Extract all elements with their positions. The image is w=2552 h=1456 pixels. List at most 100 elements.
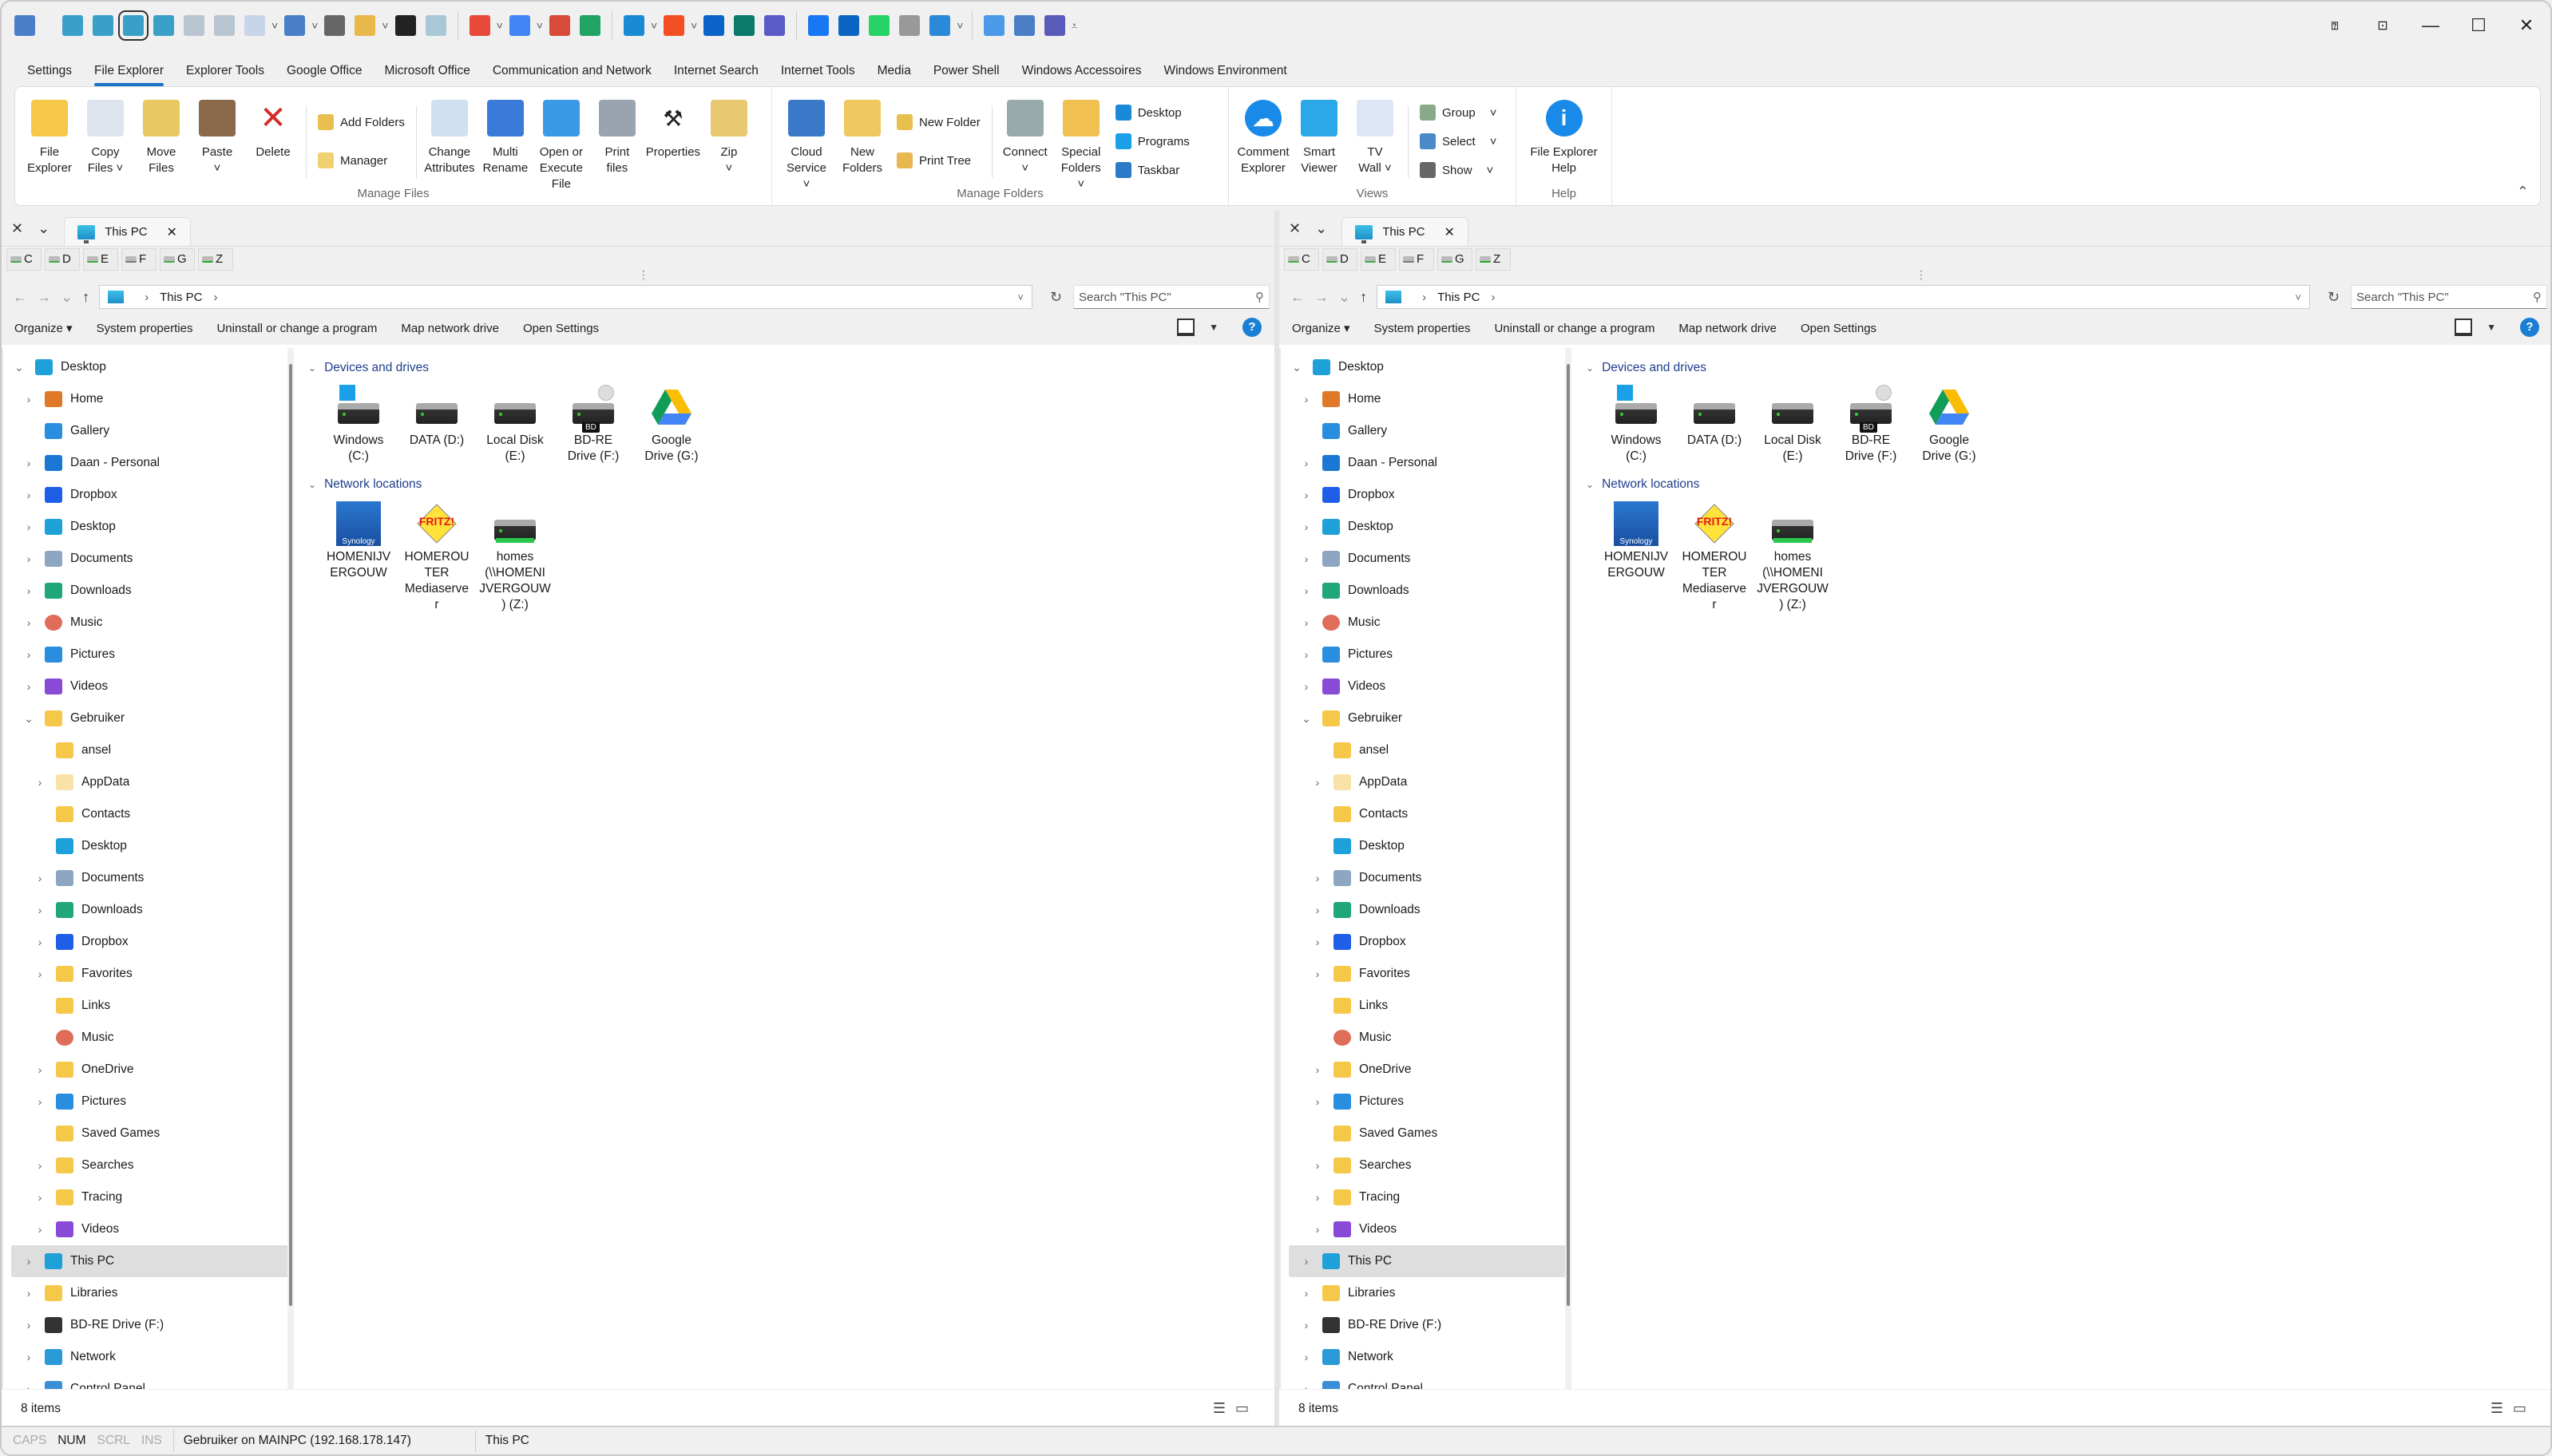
tree-item[interactable]: Contacts [1281,798,1571,830]
collapsed-chevron-icon[interactable]: › [21,393,37,406]
tree-item[interactable]: › Videos [1281,1213,1571,1245]
show-button[interactable]: Show ˅ [1420,156,1496,184]
drive-button-e[interactable]: E [1361,247,1396,271]
new-folder-button[interactable]: New Folder [897,103,981,141]
up-icon[interactable]: ↑ [1360,289,1367,306]
tree-item[interactable]: › Pictures [3,1086,294,1118]
drive-tile[interactable]: BD BD-RE Drive (F:) [1832,380,1910,465]
collapsed-chevron-icon[interactable]: › [32,1063,48,1076]
forward-icon[interactable]: → [1314,289,1329,306]
drive-tile[interactable]: Local Disk (E:) [1754,380,1832,465]
tree-item[interactable]: › Dropbox [1281,479,1571,511]
add-folder-button[interactable]: Add Folders [318,103,405,141]
tree-item[interactable]: › Downloads [3,894,294,926]
collapsed-chevron-icon[interactable]: › [1298,648,1314,661]
collapsed-chevron-icon[interactable]: › [1310,872,1326,884]
breadcrumb-chevron-icon[interactable]: › [1422,291,1426,304]
tree-item[interactable]: Links [1281,990,1571,1022]
dropdown-chevron-icon[interactable]: ˅ [497,19,503,32]
tree-item[interactable]: › Control Panel [1281,1373,1571,1389]
collapse-section-icon[interactable]: ⌄ [308,362,316,374]
tree-item[interactable]: › Home [1281,383,1571,415]
ribbon-tab-power-shell[interactable]: Power Shell [922,64,1011,85]
up-icon[interactable]: ↑ [82,289,89,306]
section-header[interactable]: ⌄ Network locations [308,473,1274,497]
tree-scrollbar[interactable] [287,348,294,1389]
expanded-chevron-icon[interactable]: ⌄ [11,361,27,374]
collapsed-chevron-icon[interactable]: › [1298,680,1314,693]
command-uninstall-or-change-a-program[interactable]: Uninstall or change a program [1494,322,1654,335]
address-bar[interactable]: › This PC › ˅ [99,285,1032,309]
print-tree-button[interactable]: Print Tree [897,141,981,180]
collapsed-chevron-icon[interactable]: › [32,1159,48,1172]
close-tab-icon[interactable]: ✕ [167,224,177,240]
collapsed-chevron-icon[interactable]: › [21,457,37,469]
command-uninstall-or-change-a-program[interactable]: Uninstall or change a program [216,322,377,335]
command-organize[interactable]: Organize ▾ [14,321,73,335]
tree-item[interactable]: ⌄ Desktop [1281,351,1571,383]
drive-button-z[interactable]: Z [198,247,233,271]
app-globe-icon[interactable] [14,15,35,36]
breadcrumb-item[interactable]: This PC [1437,291,1480,304]
recent-locations-icon[interactable]: ⌄ [1338,289,1350,306]
tree-item[interactable]: › OneDrive [1281,1054,1571,1086]
tree-item[interactable]: › Downloads [3,575,294,607]
close-tab-icon[interactable]: ✕ [1444,224,1455,240]
tree-scrollbar[interactable] [1565,348,1571,1389]
drive-tile[interactable]: Windows (C:) [1597,380,1675,465]
breadcrumb-chevron-icon[interactable]: › [145,291,149,304]
collapsed-chevron-icon[interactable]: › [1310,936,1326,948]
dropdown-chevron-icon[interactable]: ˅ [1490,135,1497,148]
recent-locations-icon[interactable]: ⌄ [61,289,73,306]
breadcrumb-item[interactable]: This PC [160,291,202,304]
split-vertical-icon[interactable] [214,15,235,36]
help-icon[interactable]: ? [2520,318,2539,337]
tree-item[interactable]: Gallery [3,415,294,447]
tab-list-chevron-icon[interactable]: ⌄ [1315,220,1327,237]
collapsed-chevron-icon[interactable]: › [1298,457,1314,469]
collapsed-chevron-icon[interactable]: › [1298,1383,1314,1389]
dropdown-chevron-icon[interactable]: ˅ [382,19,388,32]
section-header[interactable]: ⌄ Network locations [1586,473,2550,497]
tab-this-pc[interactable]: This PC ✕ [64,217,191,246]
close-tabs-icon[interactable]: ✕ [11,220,23,237]
collapsed-chevron-icon[interactable]: › [1310,1159,1326,1172]
collapsed-chevron-icon[interactable]: › [1298,520,1314,533]
customize-toolbar-icon[interactable]: ⩡ [1072,19,1078,33]
tree-item[interactable]: › Desktop [3,511,294,543]
whatsapp-icon[interactable] [869,15,890,36]
collapsed-chevron-icon[interactable]: › [1298,393,1314,406]
split-horizontal-icon[interactable] [184,15,204,36]
internet-time-icon[interactable] [983,15,1005,36]
collapsed-chevron-icon[interactable]: › [1310,1191,1326,1204]
collapse-section-icon[interactable]: ⌄ [308,479,316,490]
drive-tile[interactable]: Synology HOMENIJV ERGOUW [1597,497,1675,613]
tree-item[interactable]: ansel [3,734,294,766]
drive-tile[interactable]: Google Drive (G:) [632,380,711,465]
tree-item[interactable]: › Videos [1281,671,1571,702]
collapsed-chevron-icon[interactable]: › [1298,552,1314,565]
print-icon[interactable] [324,15,346,36]
restore-icon[interactable]: ⊡ [2359,2,2407,49]
minimize-icon[interactable]: — [2407,2,2455,49]
command-map-network-drive[interactable]: Map network drive [401,322,499,335]
collapse-section-icon[interactable]: ⌄ [1586,362,1594,374]
linkedin-icon[interactable] [838,15,860,36]
special-folder-icon[interactable] [355,15,376,36]
collapsed-chevron-icon[interactable]: › [21,1255,37,1268]
collapsed-chevron-icon[interactable]: › [1298,489,1314,501]
tree-item[interactable]: › Dropbox [3,926,294,958]
dropdown-chevron-icon[interactable]: ˅ [1490,106,1497,120]
address-history-dropdown-icon[interactable]: ˅ [1017,291,1024,303]
collapsed-chevron-icon[interactable]: › [1298,584,1314,597]
tree-item[interactable]: › Dropbox [1281,926,1571,958]
collapsed-chevron-icon[interactable]: › [21,520,37,533]
collapsed-chevron-icon[interactable]: › [32,776,48,789]
preview-pane-icon[interactable] [2455,318,2473,336]
collapsed-chevron-icon[interactable]: › [1310,967,1326,980]
tab-list-chevron-icon[interactable]: ⌄ [38,220,50,237]
tiles-view-icon[interactable]: ▭ [2513,1400,2536,1416]
expanded-chevron-icon[interactable]: ⌄ [1289,361,1305,374]
back-icon[interactable]: ← [13,289,27,306]
command-open-settings[interactable]: Open Settings [1801,322,1876,335]
